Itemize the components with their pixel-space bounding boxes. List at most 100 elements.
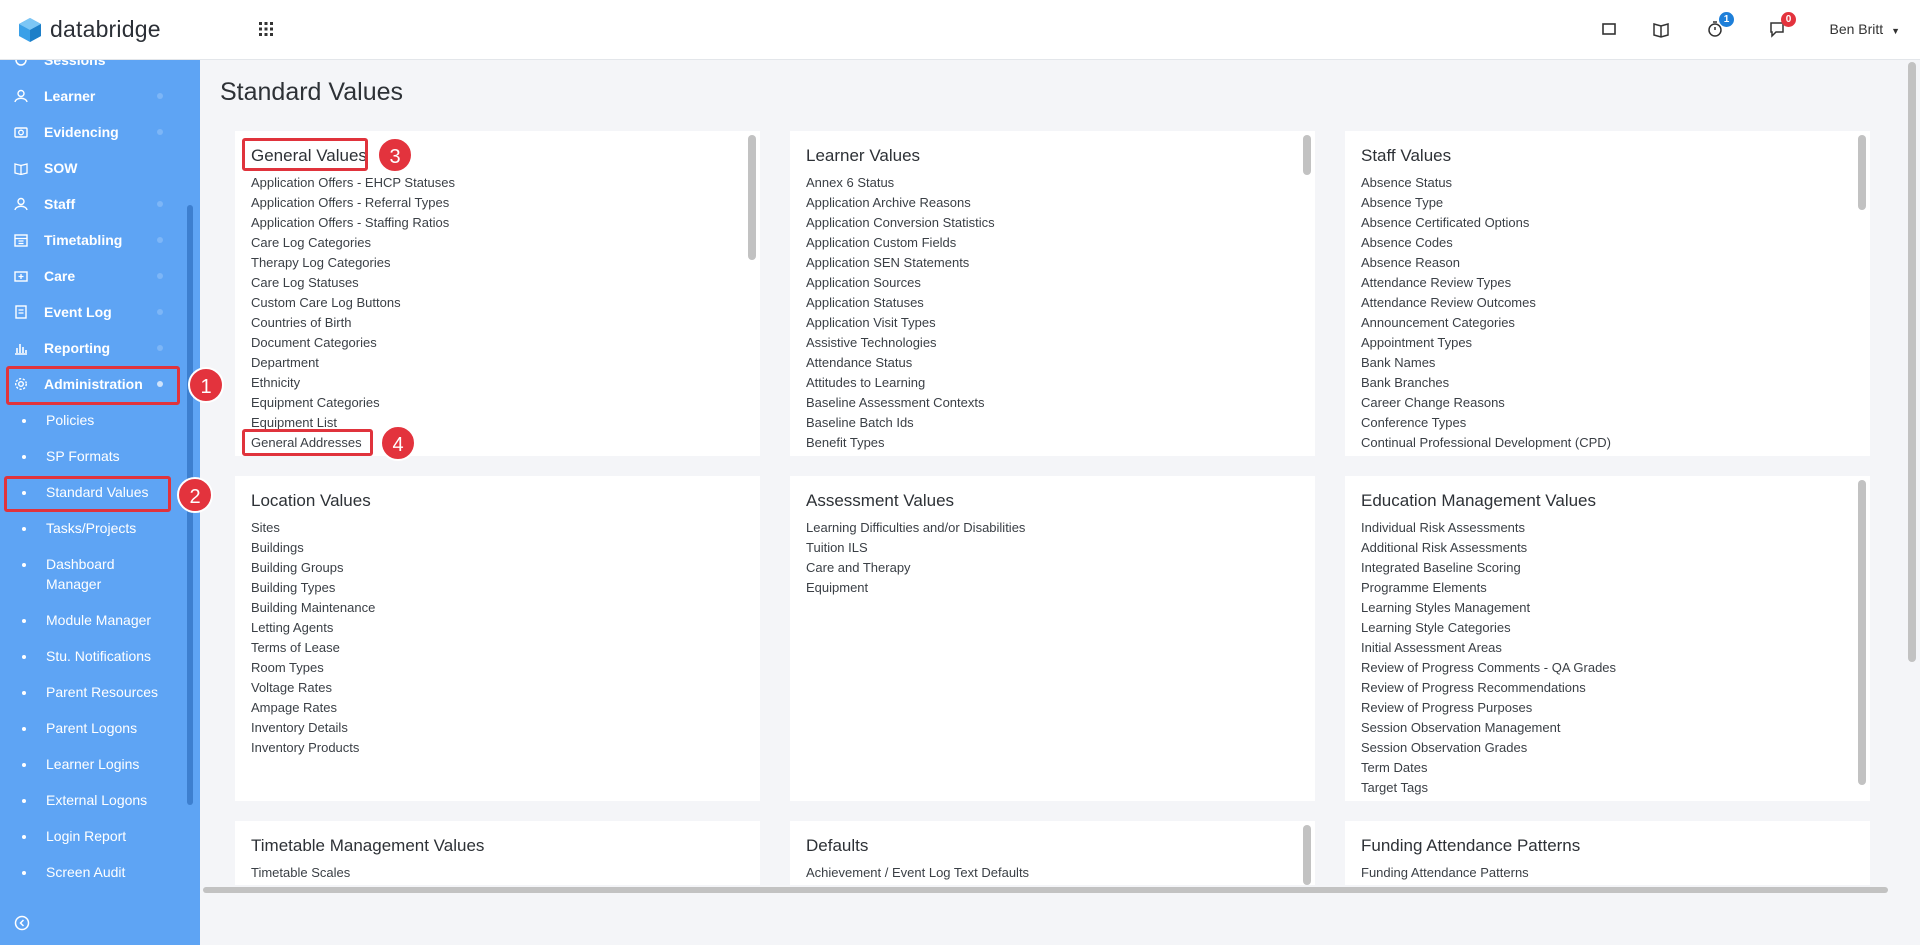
list-item[interactable]: Building Groups (251, 558, 375, 578)
list-item[interactable]: Term Dates (1361, 758, 1616, 778)
card-scrollbar[interactable] (1303, 135, 1311, 175)
sidebar-sub-tasks-projects[interactable]: Tasks/Projects (0, 518, 185, 538)
list-item[interactable]: Programme Elements (1361, 578, 1616, 598)
list-item[interactable]: Attitudes to Learning (806, 373, 995, 393)
list-item[interactable]: Application Offers - Referral Types (251, 193, 455, 213)
list-item[interactable]: Sites (251, 518, 375, 538)
sidebar-item-event-log[interactable]: Event Log (0, 294, 185, 330)
sidebar-sub-external-logons[interactable]: External Logons (0, 790, 185, 810)
list-item[interactable]: Equipment List (251, 413, 455, 433)
list-item[interactable]: Timetable Scales (251, 863, 350, 883)
timer-icon[interactable]: 1 (1704, 12, 1734, 40)
app-logo[interactable]: databridge (18, 16, 161, 43)
list-item[interactable]: Voltage Rates (251, 678, 375, 698)
sidebar-sub-module-manager[interactable]: Module Manager (0, 610, 185, 630)
card-scrollbar[interactable] (1858, 135, 1866, 210)
list-item-general-addresses[interactable]: General Addresses (251, 433, 455, 453)
list-item[interactable]: Application Custom Fields (806, 233, 995, 253)
list-item[interactable]: Application SEN Statements (806, 253, 995, 273)
list-item[interactable]: Baseline Assessment Contexts (806, 393, 995, 413)
apps-grid-icon[interactable] (257, 20, 275, 38)
list-item[interactable]: Attendance Review Outcomes (1361, 293, 1611, 313)
list-item[interactable]: Care Log Categories (251, 233, 455, 253)
sidebar-item-care[interactable]: Care (0, 258, 185, 294)
list-item[interactable]: Therapy Log Categories (251, 253, 455, 273)
book-icon[interactable] (1650, 18, 1672, 40)
list-item[interactable]: Career Change Reasons (1361, 393, 1611, 413)
list-item[interactable]: Review of Progress Recommendations (1361, 678, 1616, 698)
sidebar-sub-standard-values[interactable]: Standard Values (0, 482, 185, 502)
list-item[interactable]: Building Maintenance (251, 598, 375, 618)
list-item[interactable]: Absence Certificated Options (1361, 213, 1611, 233)
list-item[interactable]: Absence Reason (1361, 253, 1611, 273)
list-item[interactable]: Announcement Categories (1361, 313, 1611, 333)
sidebar-item-sessions[interactable]: Sessions (0, 60, 185, 78)
list-item[interactable]: Care and Therapy (806, 558, 1025, 578)
list-item[interactable]: Annex 6 Status (806, 173, 995, 193)
list-item[interactable]: Baseline Batch Ids (806, 413, 995, 433)
list-item[interactable]: Absence Status (1361, 173, 1611, 193)
list-item[interactable]: Benefit Types (806, 433, 995, 453)
list-item[interactable]: Custom Care Log Buttons (251, 293, 455, 313)
list-item[interactable]: Application Offers - EHCP Statuses (251, 173, 455, 193)
sidebar-item-learner[interactable]: Learner (0, 78, 185, 114)
user-menu[interactable]: Ben Britt ▼ (1829, 21, 1900, 37)
list-item[interactable]: Application Statuses (806, 293, 995, 313)
list-item[interactable]: Application Conversion Statistics (806, 213, 995, 233)
list-item[interactable]: Application Archive Reasons (806, 193, 995, 213)
card-scrollbar[interactable] (748, 135, 756, 260)
list-item[interactable]: Equipment Categories (251, 393, 455, 413)
list-item[interactable]: Learning Difficulties and/or Disabilitie… (806, 518, 1025, 538)
horizontal-scrollbar[interactable] (203, 887, 1888, 893)
list-item[interactable]: Terms of Lease (251, 638, 375, 658)
list-item[interactable]: Care Log Statuses (251, 273, 455, 293)
list-item[interactable]: Room Types (251, 658, 375, 678)
list-item[interactable]: Attendance Review Types (1361, 273, 1611, 293)
list-item[interactable]: Assistive Technologies (806, 333, 995, 353)
collapse-sidebar-icon[interactable] (14, 915, 30, 931)
sidebar-sub-screen-audit[interactable]: Screen Audit (0, 862, 185, 882)
list-item[interactable]: Equipment (806, 578, 1025, 598)
list-item[interactable]: Continual Professional Development (CPD) (1361, 433, 1611, 453)
card-scrollbar[interactable] (1858, 480, 1866, 785)
vertical-scrollbar[interactable] (1908, 62, 1916, 662)
list-item[interactable]: Countries of Birth (251, 313, 455, 333)
list-item[interactable]: Review of Progress Comments - QA Grades (1361, 658, 1616, 678)
list-item[interactable]: Buildings (251, 538, 375, 558)
list-item[interactable]: Inventory Details (251, 718, 375, 738)
list-item[interactable]: Initial Assessment Areas (1361, 638, 1616, 658)
sidebar-item-reporting[interactable]: Reporting (0, 330, 185, 366)
list-item[interactable]: Bank Branches (1361, 373, 1611, 393)
list-item[interactable]: Application Sources (806, 273, 995, 293)
list-item[interactable]: Learning Style Categories (1361, 618, 1616, 638)
list-item[interactable]: Letting Agents (251, 618, 375, 638)
list-item[interactable]: Tuition ILS (806, 538, 1025, 558)
list-item[interactable]: Review of Progress Purposes (1361, 698, 1616, 718)
list-item[interactable]: Application Visit Types (806, 313, 995, 333)
list-item[interactable]: Learning Styles Management (1361, 598, 1616, 618)
list-item[interactable]: Session Observation Management (1361, 718, 1616, 738)
list-item[interactable]: Absence Codes (1361, 233, 1611, 253)
list-item[interactable]: Integrated Baseline Scoring (1361, 558, 1616, 578)
sidebar-sub-login-report[interactable]: Login Report (0, 826, 185, 846)
list-item[interactable]: Conference Types (1361, 413, 1611, 433)
chat-icon[interactable]: 0 (1766, 12, 1796, 40)
list-item[interactable]: Funding Attendance Patterns (1361, 863, 1529, 883)
sidebar-item-administration[interactable]: Administration (0, 366, 185, 402)
sidebar-sub-sp-formats[interactable]: SP Formats (0, 446, 185, 466)
sidebar-sub-policies[interactable]: Policies (0, 410, 185, 430)
list-item[interactable]: Additional Risk Assessments (1361, 538, 1616, 558)
list-item[interactable]: Inventory Products (251, 738, 375, 758)
list-item[interactable]: Session Observation Grades (1361, 738, 1616, 758)
sidebar-sub-stu-notifications[interactable]: Stu. Notifications (0, 646, 185, 666)
list-item[interactable]: Building Types (251, 578, 375, 598)
sidebar-item-evidencing[interactable]: Evidencing (0, 114, 185, 150)
sidebar-sub-learner-logins[interactable]: Learner Logins (0, 754, 185, 774)
sidebar-item-timetabling[interactable]: Timetabling (0, 222, 185, 258)
list-item[interactable]: Document Categories (251, 333, 455, 353)
sidebar-sub-parent-resources[interactable]: Parent Resources (0, 682, 185, 702)
list-item[interactable]: Department (251, 353, 455, 373)
list-item[interactable]: Ethnicity (251, 373, 455, 393)
list-item[interactable]: Individual Risk Assessments (1361, 518, 1616, 538)
sidebar-sub-dashboard-manager[interactable]: Dashboard Manager (0, 554, 130, 594)
